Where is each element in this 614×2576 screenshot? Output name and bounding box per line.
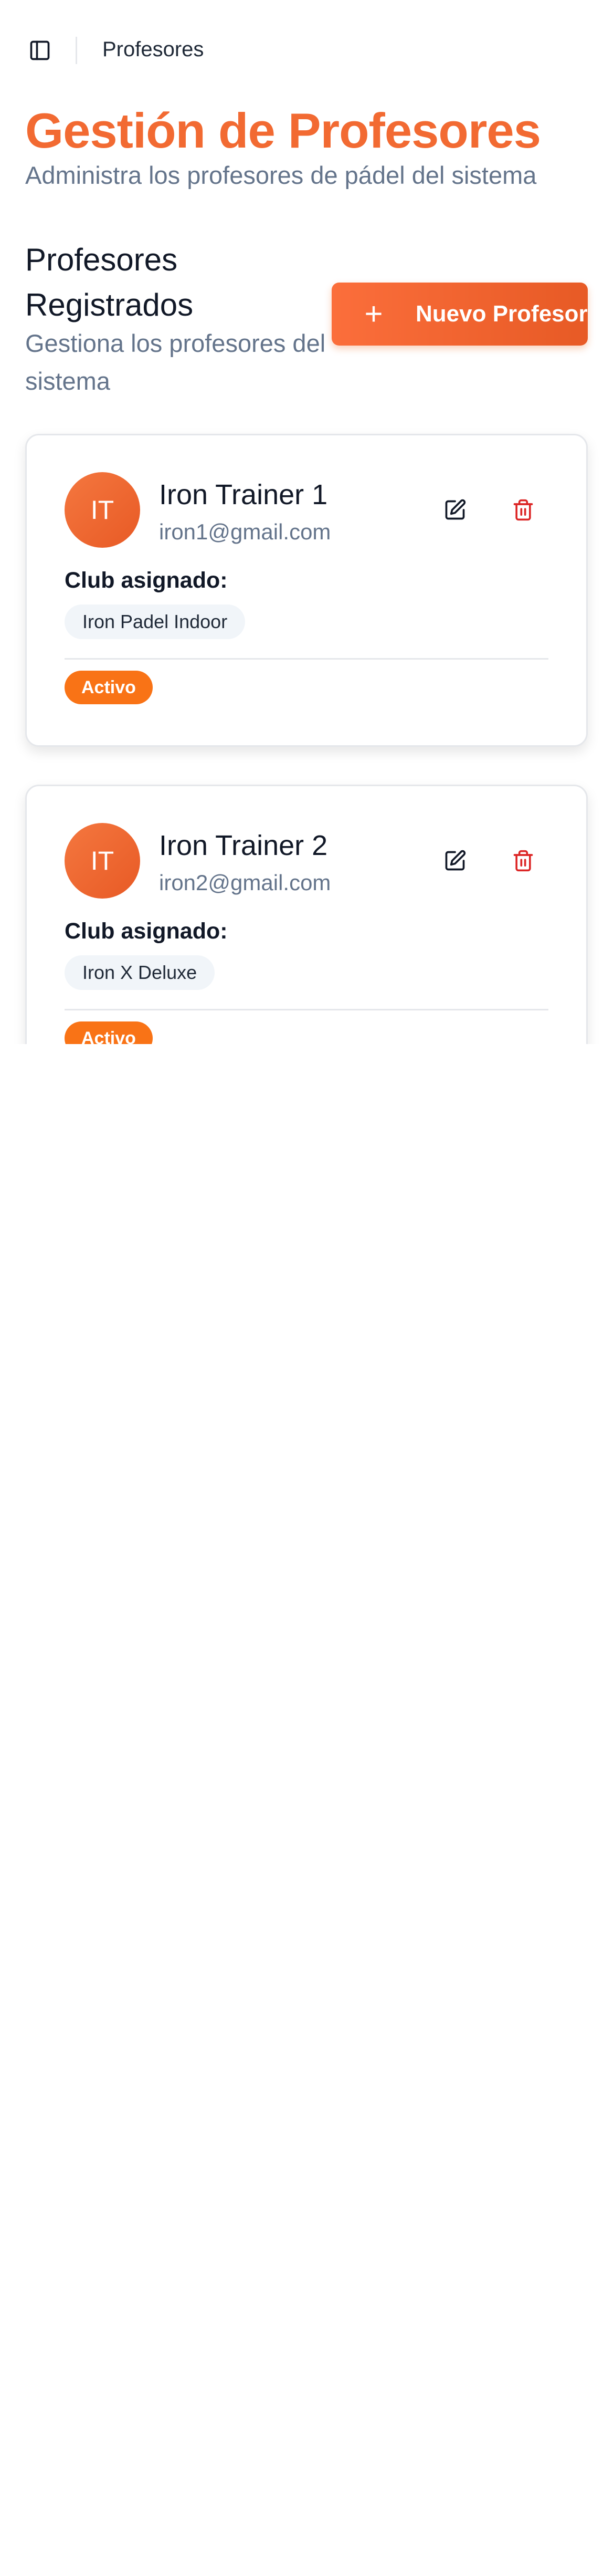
- professor-email: iron1@gmail.com: [159, 519, 331, 544]
- edit-button[interactable]: [435, 490, 475, 530]
- blank-area: [0, 1044, 614, 2576]
- club-chip: Iron Padel Indoor: [65, 604, 246, 639]
- professor-name: Iron Trainer 2: [159, 830, 328, 861]
- club-label: Club asignado:: [65, 919, 228, 944]
- section-description: Gestiona los profesores del sistema: [25, 329, 326, 395]
- new-professor-label: Nuevo Profesor: [416, 301, 588, 327]
- avatar: IT: [65, 823, 140, 899]
- delete-button[interactable]: [503, 841, 543, 881]
- topbar-divider: [76, 37, 77, 64]
- section-title: Profesores Registrados: [25, 242, 194, 322]
- plus-icon: +: [364, 296, 383, 331]
- club-chip: Iron X Deluxe: [65, 955, 215, 990]
- trash-icon: [513, 499, 533, 521]
- club-label: Club asignado:: [65, 568, 228, 593]
- breadcrumb-title: Profesores: [102, 38, 204, 61]
- professor-email: iron2@gmail.com: [159, 870, 331, 895]
- card-divider: [65, 658, 548, 660]
- edit-icon: [445, 850, 466, 871]
- top-bar: Profesores: [0, 0, 614, 100]
- page-subtitle: Administra los profesores de pádel del s…: [25, 161, 537, 189]
- edit-icon: [445, 499, 466, 520]
- professor-name: Iron Trainer 1: [159, 479, 328, 510]
- avatar: IT: [65, 472, 140, 548]
- trash-icon: [513, 850, 533, 872]
- edit-button[interactable]: [435, 841, 475, 881]
- new-professor-button[interactable]: + Nuevo Profesor: [332, 283, 588, 346]
- sidebar-toggle-icon: [30, 40, 50, 60]
- delete-button[interactable]: [503, 490, 543, 530]
- card-divider: [65, 1009, 548, 1010]
- page-title: Gestión de Profesores: [25, 103, 541, 158]
- sidebar-toggle-button[interactable]: [26, 37, 54, 64]
- professor-card: IT Iron Trainer 1 iron1@gmail.com Club a…: [25, 434, 588, 747]
- status-badge: Activo: [65, 671, 153, 704]
